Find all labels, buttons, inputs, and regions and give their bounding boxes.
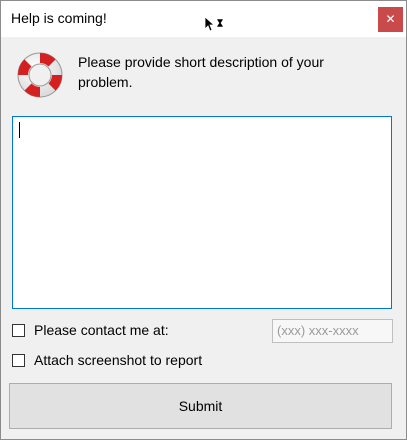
window-title: Help is coming! (11, 10, 107, 26)
screenshot-checkbox[interactable] (12, 353, 25, 367)
phone-input[interactable]: (xxx) xxx-xxxx (272, 319, 393, 343)
contact-option[interactable]: Please contact me at: (12, 321, 169, 339)
screenshot-label: Attach screenshot to report (34, 352, 203, 368)
contact-label: Please contact me at: (34, 322, 169, 338)
busy-cursor-icon (204, 16, 226, 38)
screenshot-option[interactable]: Attach screenshot to report (12, 351, 202, 369)
close-button[interactable]: ✕ (378, 7, 403, 32)
prompt-text: Please provide short description of your… (78, 54, 324, 90)
title-bar[interactable]: Help is coming! ✕ (1, 1, 406, 37)
submit-button[interactable]: Submit (9, 383, 392, 429)
description-textarea[interactable] (12, 116, 392, 309)
text-caret (19, 122, 20, 138)
lifebuoy-icon (14, 49, 66, 101)
contact-checkbox[interactable] (12, 323, 25, 337)
help-dialog: Help is coming! ✕ Please provide short d… (0, 0, 407, 440)
